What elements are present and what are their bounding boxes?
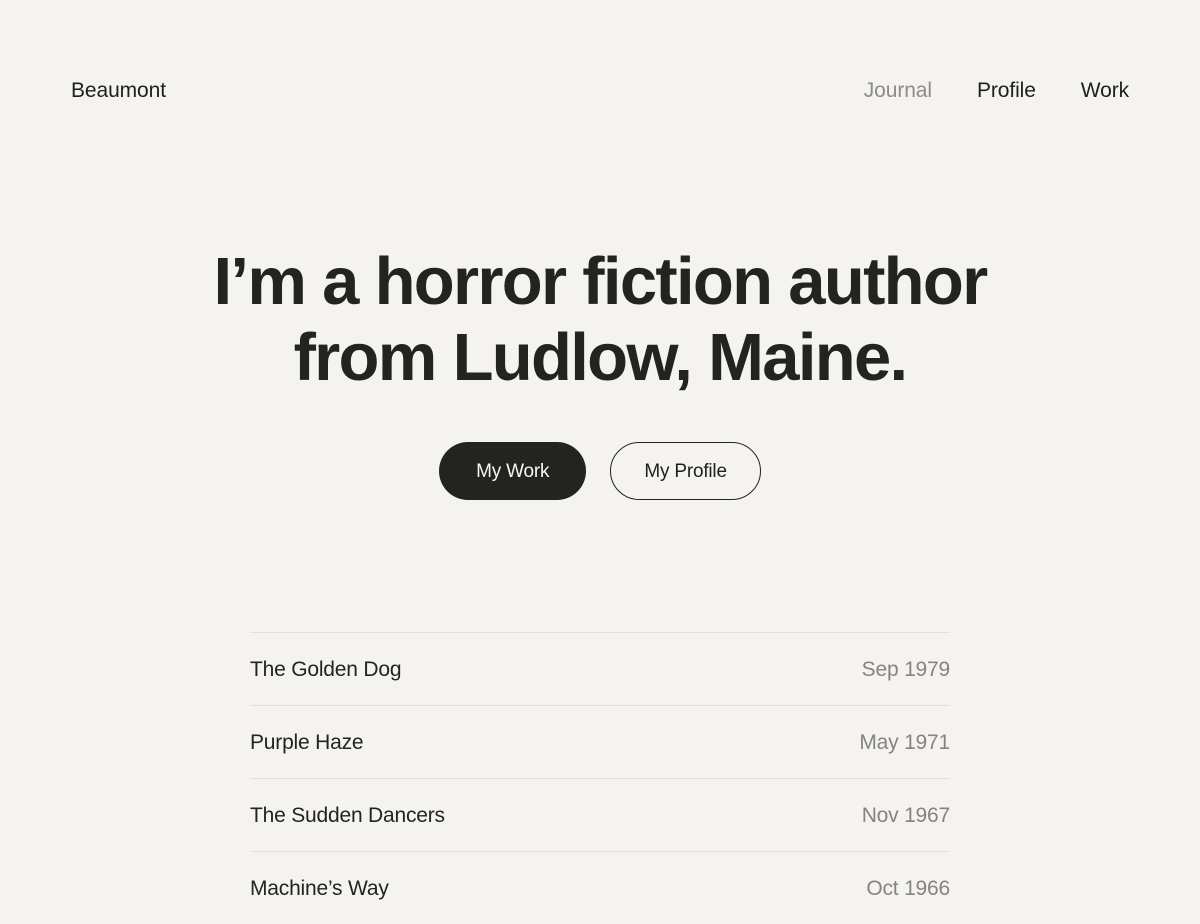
works-list: The Golden Dog Sep 1979 Purple Haze May … (250, 632, 950, 924)
site-header: Beaumont Journal Profile Work (0, 0, 1200, 108)
nav-link-profile[interactable]: Profile (977, 80, 1036, 101)
my-profile-button[interactable]: My Profile (610, 442, 761, 500)
hero-actions: My Work My Profile (0, 442, 1200, 500)
work-date: Nov 1967 (861, 803, 950, 827)
brand-logo[interactable]: Beaumont (71, 80, 166, 101)
work-row[interactable]: Purple Haze May 1971 (250, 705, 950, 778)
nav-link-journal[interactable]: Journal (864, 80, 932, 101)
work-row[interactable]: Machine’s Way Oct 1966 (250, 851, 950, 924)
my-work-button[interactable]: My Work (439, 442, 587, 500)
work-date: May 1971 (859, 730, 950, 754)
work-row[interactable]: The Golden Dog Sep 1979 (250, 632, 950, 705)
hero-title-line-2: from Ludlow, Maine. (293, 320, 909, 395)
work-date: Oct 1966 (866, 876, 950, 900)
work-title: Machine’s Way (250, 876, 389, 900)
page-title: I’m a horror fiction author from Ludlow,… (210, 244, 990, 396)
primary-navigation: Journal Profile Work (864, 80, 1129, 101)
nav-link-work[interactable]: Work (1081, 80, 1129, 101)
work-row[interactable]: The Sudden Dancers Nov 1967 (250, 778, 950, 851)
work-title: The Golden Dog (250, 657, 402, 681)
hero-section: I’m a horror fiction author from Ludlow,… (0, 244, 1200, 500)
page-root: Beaumont Journal Profile Work I’m a horr… (0, 0, 1200, 900)
hero-title-line-1: I’m a horror fiction author (213, 244, 988, 319)
work-title: Purple Haze (250, 730, 364, 754)
work-date: Sep 1979 (861, 657, 951, 681)
work-title: The Sudden Dancers (250, 803, 445, 827)
